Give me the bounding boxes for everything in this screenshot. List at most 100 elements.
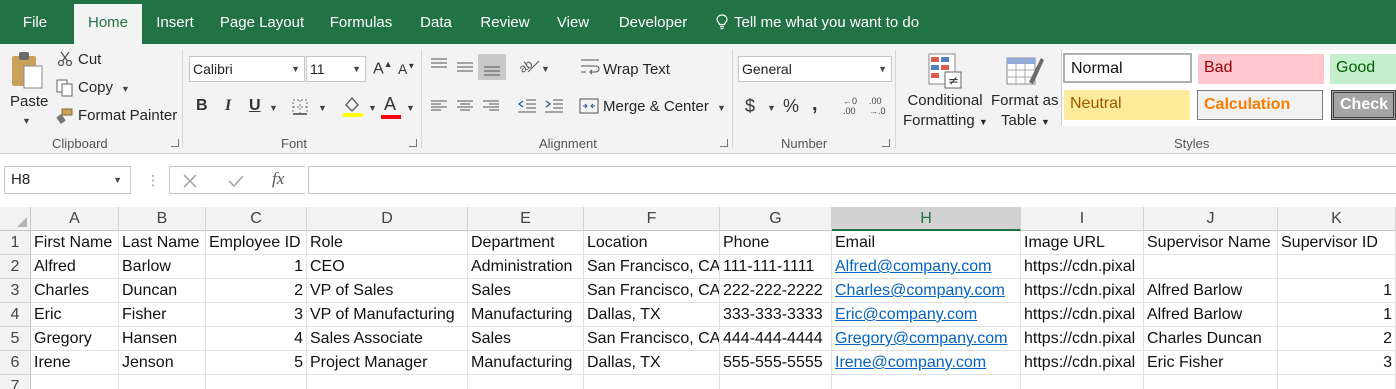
font-color-dropdown-icon[interactable]: ▼ <box>406 103 415 113</box>
style-bad[interactable]: Bad <box>1198 54 1324 84</box>
tab-file[interactable]: File <box>6 4 64 44</box>
cell-b1[interactable]: Last Name <box>119 231 206 255</box>
style-good[interactable]: Good <box>1330 54 1396 84</box>
underline-button[interactable]: U <box>249 97 261 115</box>
row-header-1[interactable]: 1 <box>0 231 31 255</box>
row-header-4[interactable]: 4 <box>0 303 31 327</box>
borders-dropdown-icon[interactable]: ▼ <box>318 103 327 113</box>
format-as-table-button[interactable]: Table ▼ <box>1001 112 1050 129</box>
cell-g1[interactable]: Phone <box>720 231 832 255</box>
cell-j1[interactable]: Supervisor Name <box>1144 231 1278 255</box>
column-header-e[interactable]: E <box>468 207 584 231</box>
cell-g7[interactable] <box>720 375 832 389</box>
row-header-3[interactable]: 3 <box>0 279 31 303</box>
cell-d1[interactable]: Role <box>307 231 468 255</box>
fill-color-dropdown-icon[interactable]: ▼ <box>368 103 377 113</box>
cell-e4[interactable]: Manufacturing <box>468 303 584 327</box>
style-neutral[interactable]: Neutral <box>1064 90 1190 120</box>
paste-button[interactable]: Paste <box>10 93 48 110</box>
column-header-a[interactable]: A <box>31 207 119 231</box>
tab-page-layout[interactable]: Page Layout <box>214 4 310 44</box>
cell-h5[interactable]: Gregory@company.com <box>832 327 1021 351</box>
cell-e7[interactable] <box>468 375 584 389</box>
font-color-button[interactable]: A <box>384 94 396 115</box>
align-middle-icon[interactable] <box>456 60 474 74</box>
orientation-dropdown-icon[interactable]: ▼ <box>541 64 550 74</box>
cell-d3[interactable]: VP of Sales <box>307 279 468 303</box>
format-as-table-label-1[interactable]: Format as <box>991 92 1059 109</box>
column-header-j[interactable]: J <box>1144 207 1278 231</box>
tab-insert[interactable]: Insert <box>148 4 202 44</box>
cell-e5[interactable]: Sales <box>468 327 584 351</box>
cell-c1[interactable]: Employee ID <box>206 231 307 255</box>
merge-dropdown-icon[interactable]: ▼ <box>717 103 726 113</box>
cell-c6[interactable]: 5 <box>206 351 307 375</box>
column-header-i[interactable]: I <box>1021 207 1144 231</box>
tab-data[interactable]: Data <box>412 4 460 44</box>
cell-a6[interactable]: Irene <box>31 351 119 375</box>
cancel-icon[interactable] <box>182 173 198 189</box>
cell-g6[interactable]: 555-555-5555 <box>720 351 832 375</box>
cell-j6[interactable]: Eric Fisher <box>1144 351 1278 375</box>
wrap-text-button[interactable]: Wrap Text <box>603 61 670 78</box>
row-header-2[interactable]: 2 <box>0 255 31 279</box>
cell-h4[interactable]: Eric@company.com <box>832 303 1021 327</box>
orientation-icon[interactable]: ab <box>518 56 540 74</box>
row-header-6[interactable]: 6 <box>0 351 31 375</box>
currency-button[interactable]: $ <box>745 96 755 117</box>
cell-i2[interactable]: https://cdn.pixal <box>1021 255 1144 279</box>
cell-h7[interactable] <box>832 375 1021 389</box>
cell-h3[interactable]: Charles@company.com <box>832 279 1021 303</box>
row-header-7[interactable]: 7 <box>0 375 31 389</box>
conditional-formatting-button[interactable]: Formatting ▼ <box>903 112 988 129</box>
decrease-decimal-button[interactable]: .00 →.0 <box>869 96 891 118</box>
cell-k7[interactable] <box>1278 375 1396 389</box>
currency-dropdown-icon[interactable]: ▼ <box>767 103 776 113</box>
tab-developer[interactable]: Developer <box>608 4 698 44</box>
style-check-cell[interactable]: Check C <box>1331 90 1396 120</box>
cell-h2[interactable]: Alfred@company.com <box>832 255 1021 279</box>
cell-h1[interactable]: Email <box>832 231 1021 255</box>
style-normal[interactable]: Normal <box>1063 53 1192 83</box>
paste-dropdown-icon[interactable]: ▼ <box>22 116 31 126</box>
cell-j4[interactable]: Alfred Barlow <box>1144 303 1278 327</box>
tab-review[interactable]: Review <box>472 4 538 44</box>
row-header-5[interactable]: 5 <box>0 327 31 351</box>
cell-f1[interactable]: Location <box>584 231 720 255</box>
cell-d4[interactable]: VP of Manufacturing <box>307 303 468 327</box>
merge-center-button[interactable]: Merge & Center <box>603 98 709 115</box>
cell-g5[interactable]: 444-444-4444 <box>720 327 832 351</box>
align-center-icon[interactable] <box>457 100 473 112</box>
cell-c2[interactable]: 1 <box>206 255 307 279</box>
italic-button[interactable]: I <box>225 97 231 115</box>
cell-f4[interactable]: Dallas, TX <box>584 303 720 327</box>
cell-j3[interactable]: Alfred Barlow <box>1144 279 1278 303</box>
cell-i5[interactable]: https://cdn.pixal <box>1021 327 1144 351</box>
cell-a7[interactable] <box>31 375 119 389</box>
cell-k2[interactable] <box>1278 255 1396 279</box>
cell-f2[interactable]: San Francisco, CA <box>584 255 720 279</box>
select-all-corner[interactable] <box>0 207 31 231</box>
column-header-g[interactable]: G <box>720 207 832 231</box>
cell-e2[interactable]: Administration <box>468 255 584 279</box>
cell-e1[interactable]: Department <box>468 231 584 255</box>
cell-i3[interactable]: https://cdn.pixal <box>1021 279 1144 303</box>
cell-b4[interactable]: Fisher <box>119 303 206 327</box>
cell-d5[interactable]: Sales Associate <box>307 327 468 351</box>
cell-g3[interactable]: 222-222-2222 <box>720 279 832 303</box>
clipboard-launcher-icon[interactable] <box>171 139 179 147</box>
underline-dropdown-icon[interactable]: ▼ <box>269 103 278 113</box>
cell-k1[interactable]: Supervisor ID <box>1278 231 1396 255</box>
cell-j7[interactable] <box>1144 375 1278 389</box>
cell-f3[interactable]: San Francisco, CA <box>584 279 720 303</box>
cell-d7[interactable] <box>307 375 468 389</box>
cell-c7[interactable] <box>206 375 307 389</box>
cell-a5[interactable]: Gregory <box>31 327 119 351</box>
tell-me-search[interactable]: Tell me what you want to do <box>716 4 919 44</box>
column-header-f[interactable]: F <box>584 207 720 231</box>
cell-f6[interactable]: Dallas, TX <box>584 351 720 375</box>
align-bottom-button[interactable] <box>478 54 506 80</box>
font-name-select[interactable]: Calibri ▼ <box>189 56 305 82</box>
more-options-icon[interactable]: ⋮ <box>146 172 160 189</box>
format-painter-button[interactable]: Format Painter <box>78 107 177 124</box>
